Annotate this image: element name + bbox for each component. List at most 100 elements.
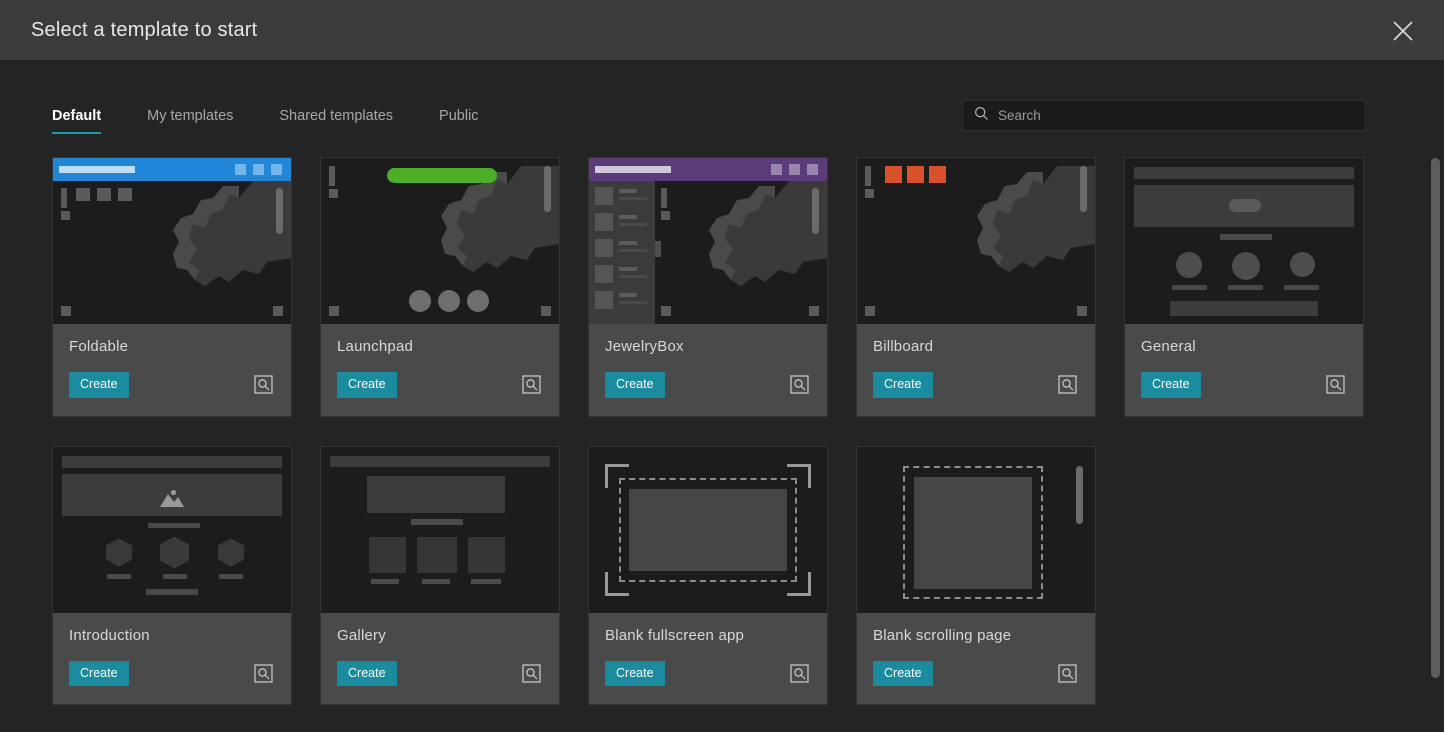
template-card-launchpad[interactable]: Launchpad Create: [320, 157, 560, 417]
launchpad-pill: [387, 168, 497, 183]
page-header-bar: [62, 455, 282, 468]
tab-label: Default: [52, 108, 102, 124]
map-shape: [53, 158, 291, 324]
header-button: [235, 164, 246, 175]
create-button[interactable]: Create: [1141, 372, 1201, 398]
template-thumbnail-general: [1125, 158, 1363, 324]
app-title-placeholder: [595, 166, 671, 173]
search-icon: [974, 106, 989, 126]
tab-my-templates[interactable]: My templates: [147, 102, 233, 134]
search-input[interactable]: [998, 101, 1365, 130]
hero-panel: [367, 475, 505, 513]
widget-chip: [273, 306, 283, 316]
dialog-title-bar: Select a template to start: [0, 0, 1444, 61]
widget-chip: [865, 166, 871, 186]
template-name: Gallery: [337, 626, 386, 644]
create-button[interactable]: Create: [873, 372, 933, 398]
caption-bar: [163, 573, 187, 579]
card-footer: Introduction Create: [53, 613, 291, 705]
thumb-scrollbar: [1076, 465, 1083, 524]
create-button[interactable]: Create: [337, 660, 397, 686]
template-card-foldable[interactable]: Foldable Create: [52, 157, 292, 417]
preview-button[interactable]: [790, 664, 809, 683]
template-name: Introduction: [69, 626, 150, 644]
card-footer: Foldable Create: [53, 324, 291, 416]
card-footer: Blank fullscreen app Create: [589, 613, 827, 705]
preview-button[interactable]: [254, 375, 273, 394]
create-button[interactable]: Create: [873, 660, 933, 686]
panel-handle: [655, 241, 661, 257]
list-item-line: [619, 241, 637, 245]
preview-button[interactable]: [522, 664, 541, 683]
widget-chip: [865, 306, 875, 316]
preview-button[interactable]: [1058, 664, 1077, 683]
section-heading-bar: [148, 522, 200, 528]
blank-canvas: [629, 488, 787, 571]
preview-button[interactable]: [1058, 375, 1077, 394]
gallery-tile: [468, 536, 505, 573]
template-card-blank-fullscreen-app[interactable]: Blank fullscreen app Create: [588, 445, 828, 705]
template-grid: Foldable Create Launchpad Create Jewelry…: [52, 157, 1382, 705]
card-actions: Create: [69, 372, 275, 398]
page-header-bar: [330, 455, 550, 467]
card-actions: Create: [873, 372, 1079, 398]
section-heading-bar: [1220, 234, 1272, 240]
widget-chip: [118, 188, 132, 201]
gallery-tile: [369, 536, 406, 573]
template-card-introduction[interactable]: Introduction Create: [52, 445, 292, 705]
widget-chip: [661, 306, 671, 316]
thumb-scrollbar: [1080, 166, 1087, 212]
avatar-circle: [1232, 252, 1260, 280]
tab-default[interactable]: Default: [52, 102, 102, 134]
card-footer: JewelryBox Create: [589, 324, 827, 416]
template-card-blank-scrolling-page[interactable]: Blank scrolling page Create: [856, 445, 1096, 705]
create-button[interactable]: Create: [69, 660, 129, 686]
template-card-billboard[interactable]: Billboard Create: [856, 157, 1096, 417]
page-scrollbar[interactable]: [1431, 158, 1440, 678]
preview-button[interactable]: [254, 664, 273, 683]
template-name: JewelryBox: [605, 338, 684, 355]
create-button[interactable]: Create: [69, 372, 129, 398]
card-footer: Launchpad Create: [321, 324, 559, 416]
create-button[interactable]: Create: [337, 372, 397, 398]
create-button[interactable]: Create: [605, 372, 665, 398]
thumb-scrollbar: [812, 188, 819, 234]
caption-bar: [1284, 285, 1319, 290]
app-title-placeholder: [59, 166, 135, 173]
caption-bar: [422, 578, 450, 584]
search-box[interactable]: [962, 100, 1366, 131]
widget-chip: [1077, 306, 1087, 316]
template-card-general[interactable]: General Create: [1124, 157, 1364, 417]
template-thumbnail-foldable: [53, 158, 291, 324]
template-card-jewelrybox[interactable]: JewelryBox Create: [588, 157, 828, 417]
close-button[interactable]: [1384, 12, 1422, 50]
list-item-line: [619, 301, 647, 304]
tab-shared-templates[interactable]: Shared templates: [279, 102, 393, 134]
toolbar: Default My templates Shared templates Pu…: [0, 100, 1444, 152]
preview-button[interactable]: [790, 375, 809, 394]
preview-button[interactable]: [1326, 375, 1345, 394]
create-button[interactable]: Create: [605, 660, 665, 686]
header-button: [807, 164, 818, 175]
card-footer: Gallery Create: [321, 613, 559, 705]
template-card-gallery[interactable]: Gallery Create: [320, 445, 560, 705]
list-item-thumb: [595, 265, 613, 283]
template-tabs: Default My templates Shared templates Pu…: [52, 102, 525, 134]
list-item-line: [619, 197, 647, 200]
widget-chip: [329, 166, 335, 186]
widget-chip: [61, 306, 71, 316]
widget-chip: [661, 188, 667, 208]
list-item-line: [619, 267, 637, 271]
card-actions: Create: [337, 660, 543, 686]
header-button: [789, 164, 800, 175]
template-name: Blank scrolling page: [873, 626, 1012, 644]
list-item-line: [619, 189, 637, 193]
list-item-line: [619, 275, 647, 278]
list-item-line: [619, 293, 637, 297]
list-item-thumb: [595, 187, 613, 205]
header-button: [771, 164, 782, 175]
tab-public[interactable]: Public: [439, 102, 479, 134]
template-name: Launchpad: [337, 338, 414, 355]
preview-button[interactable]: [522, 375, 541, 394]
hero-button: [1229, 199, 1261, 212]
